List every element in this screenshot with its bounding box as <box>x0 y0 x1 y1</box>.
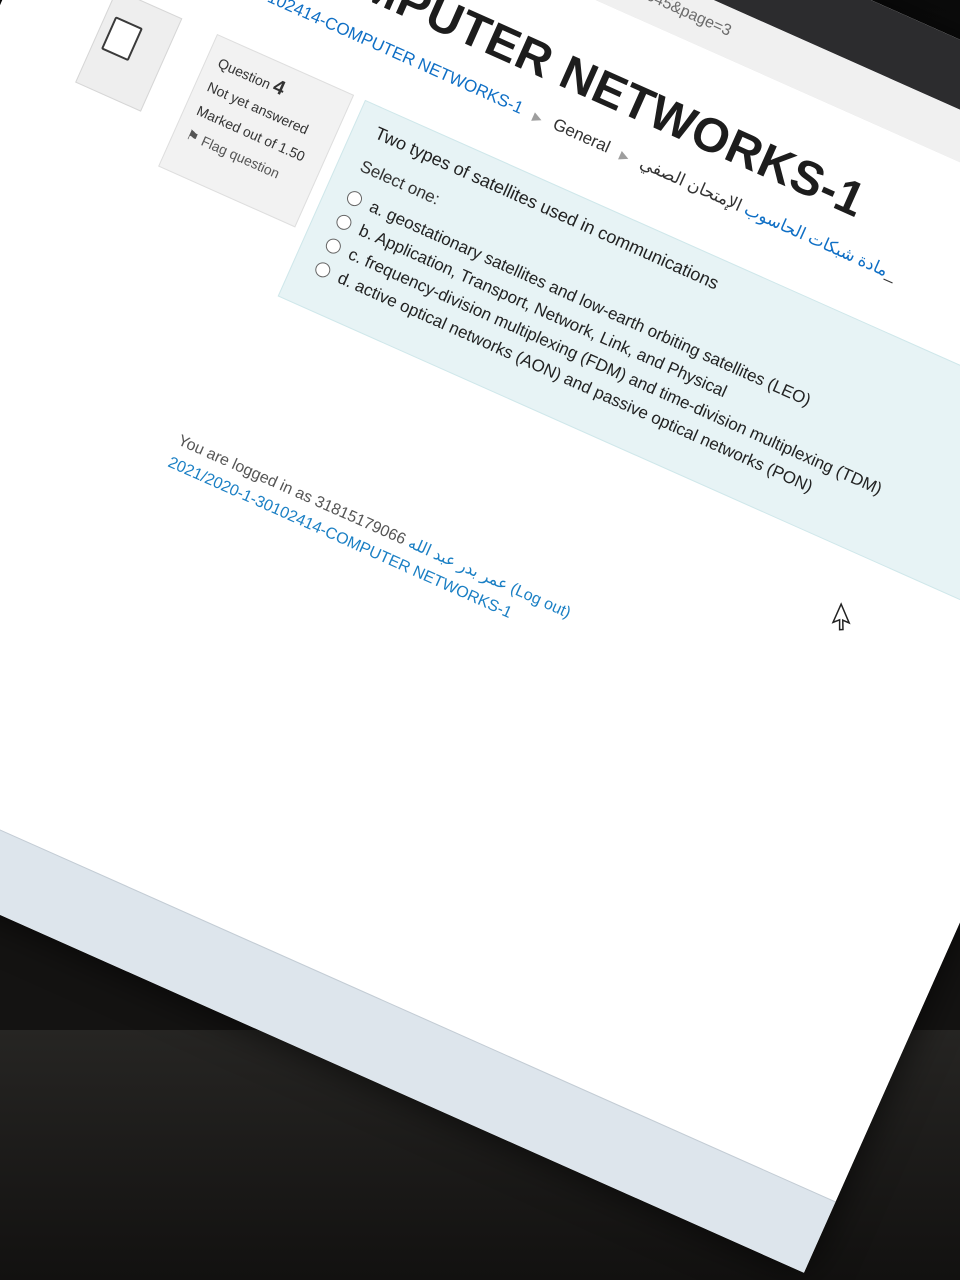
breadcrumb-separator-icon: ▶ <box>530 109 545 126</box>
question-number-value: 4 <box>269 75 289 101</box>
radio-button[interactable] <box>334 212 354 233</box>
radio-button[interactable] <box>323 236 344 257</box>
mouse-cursor-icon <box>831 602 851 631</box>
footer-course-link[interactable]: 2021/2020-1-30102414-COMPUTER NETWORKS-1 <box>164 451 565 647</box>
radio-button[interactable] <box>312 259 333 280</box>
radio-button[interactable] <box>344 188 365 209</box>
login-info: You are logged in as 31815179066 عمر بدر… <box>174 429 575 625</box>
page-footer: You are logged in as 31815179066 عمر بدر… <box>164 429 575 647</box>
breadcrumb-separator-icon: ▶ <box>617 147 632 165</box>
breadcrumb-section-link[interactable]: General <box>550 115 613 157</box>
page-content: 414-COMPUTER NETWORKS-1 1/2020-1-3010241… <box>0 0 960 1202</box>
